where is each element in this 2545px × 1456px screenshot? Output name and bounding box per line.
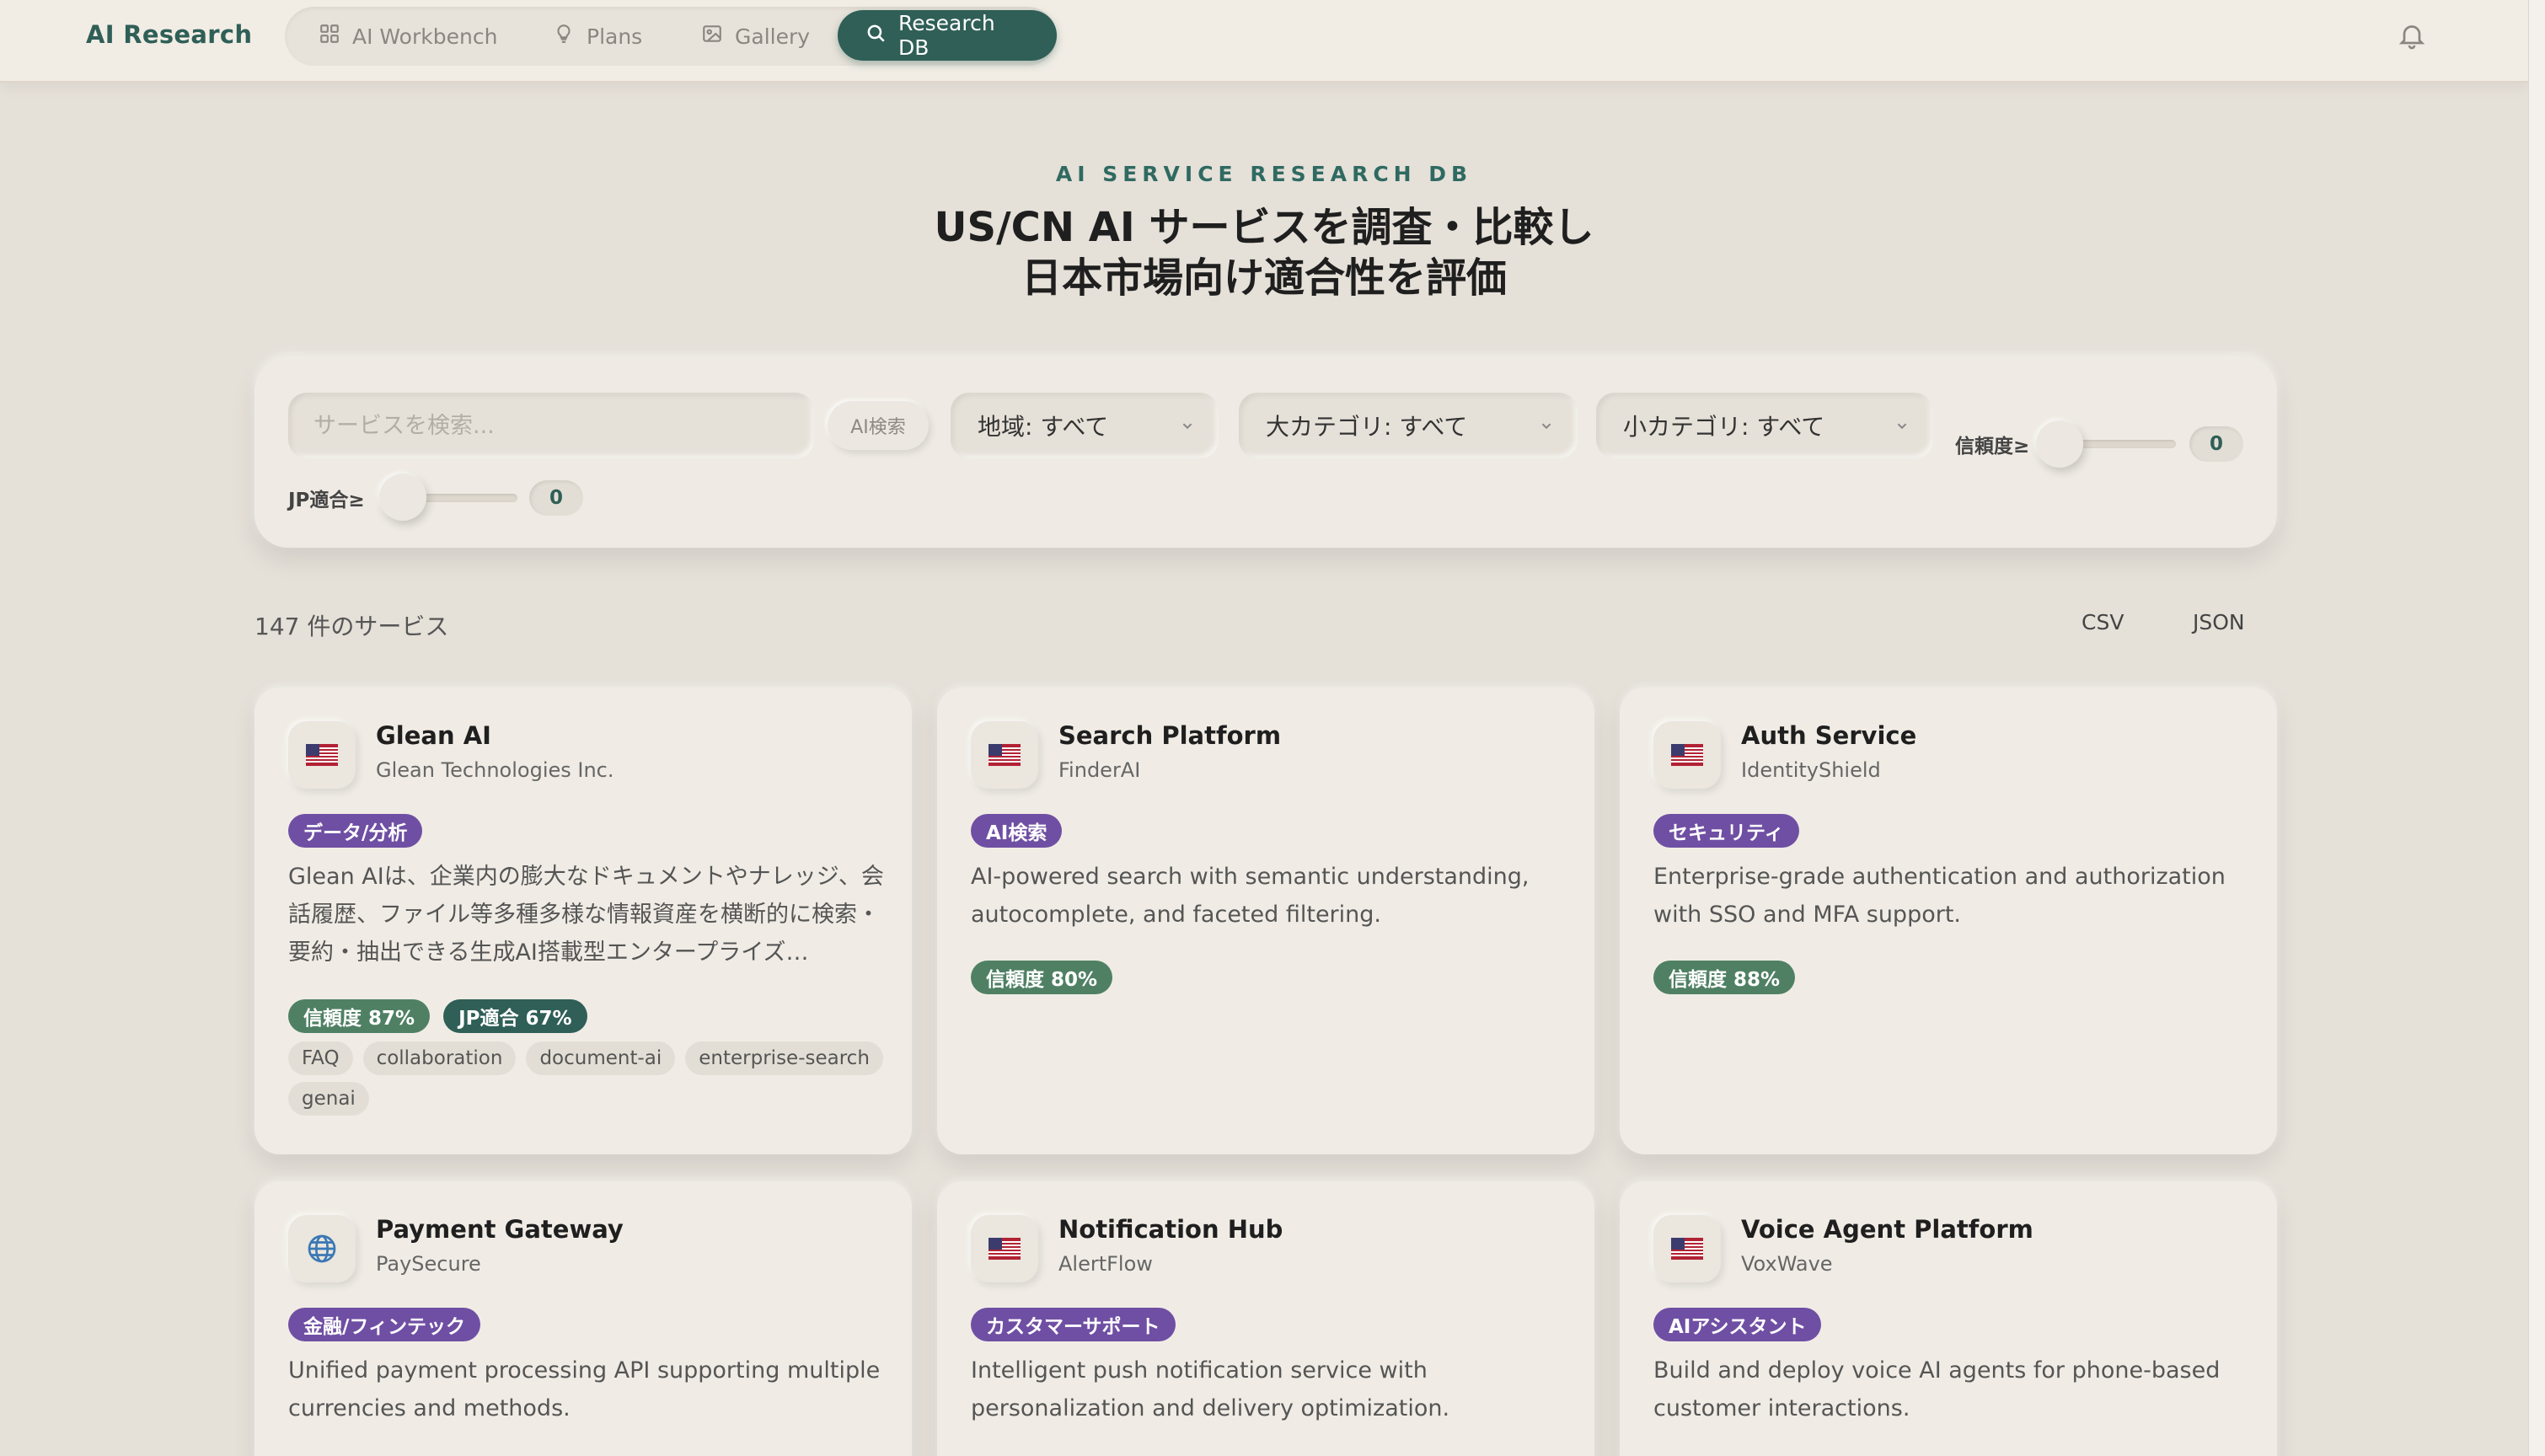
tab-label: Plans <box>587 24 643 49</box>
top-nav: AI Research AI Workbench Plans Gallery R… <box>0 0 2528 83</box>
service-company: IdentityShield <box>1741 758 1881 782</box>
service-name: Voice Agent Platform <box>1741 1215 2033 1244</box>
chevron-down-icon <box>1182 423 1192 430</box>
result-count: 147 件のサービス <box>254 613 449 640</box>
major-category-select[interactable]: 大カテゴリ: すべて <box>1239 393 1578 458</box>
keyword-tag: document-ai <box>526 1041 676 1075</box>
chevron-down-icon <box>1541 423 1551 430</box>
search-input[interactable] <box>288 393 814 458</box>
chevron-down-icon <box>1897 423 1907 430</box>
page-title-line1: US/CN AI サービスを調査・比較し <box>934 204 1594 251</box>
image-icon <box>701 23 723 50</box>
major-category-value: 大カテゴリ: すべて <box>1266 413 1468 441</box>
page-title-line2: 日本市場向け適合性を評価 <box>1021 254 1507 302</box>
category-tag: AIアシスタント <box>1653 1308 1822 1341</box>
minor-category-value: 小カテゴリ: すべて <box>1623 413 1825 441</box>
service-company: Glean Technologies Inc. <box>376 758 614 782</box>
service-name: Payment Gateway <box>376 1215 624 1244</box>
category-tag: セキュリティ <box>1653 814 1799 848</box>
nav-tabs: AI Workbench Plans Gallery Research DB <box>285 7 1057 66</box>
service-company: PaySecure <box>376 1252 481 1276</box>
confidence-slider-thumb[interactable] <box>2036 420 2083 468</box>
service-name: Auth Service <box>1741 721 1917 750</box>
scrollbar[interactable] <box>2528 0 2545 1456</box>
keyword-tag: collaboration <box>362 1041 517 1075</box>
jp-fit-badge: JP適合 67% <box>443 999 587 1033</box>
category-tag: 金融/フィンテック <box>288 1308 480 1341</box>
brand-logo[interactable]: AI Research <box>86 20 252 49</box>
grid-icon <box>319 23 340 50</box>
service-description: Intelligent push notification service wi… <box>971 1357 1450 1421</box>
us-flag-icon <box>971 1215 1038 1282</box>
us-flag-icon <box>1653 1215 1721 1282</box>
service-card[interactable]: Voice Agent Platform VoxWave AIアシスタント Bu… <box>1620 1181 2277 1456</box>
service-card[interactable]: Glean AI Glean Technologies Inc. データ/分析 … <box>254 688 912 1154</box>
category-tag: カスタマーサポート <box>971 1308 1176 1341</box>
service-name: Search Platform <box>1058 721 1282 750</box>
category-tag: データ/分析 <box>288 814 423 848</box>
service-card[interactable]: Payment Gateway PaySecure 金融/フィンテック Unif… <box>254 1181 912 1456</box>
tab-plans[interactable]: Plans <box>553 7 642 66</box>
minor-category-select[interactable]: 小カテゴリ: すべて <box>1596 393 1933 458</box>
tab-label: Research DB <box>898 11 995 60</box>
keyword-list: FAQ collaboration document-ai enterprise… <box>288 1041 895 1116</box>
service-card[interactable]: Auth Service IdentityShield セキュリティ Enter… <box>1620 688 2277 1154</box>
lightbulb-icon <box>553 23 575 50</box>
us-flag-icon <box>288 721 356 789</box>
confidence-badge: 信頼度 88% <box>1653 961 1796 994</box>
us-flag-icon <box>971 721 1038 789</box>
service-company: FinderAI <box>1058 758 1141 782</box>
export-csv-button[interactable]: CSV <box>2082 610 2124 634</box>
keyword-tag: genai <box>288 1082 369 1116</box>
jp-fit-value: 0 <box>529 480 583 516</box>
service-card[interactable]: Notification Hub AlertFlow カスタマーサポート Int… <box>937 1181 1594 1456</box>
tab-ai-workbench[interactable]: AI Workbench <box>319 7 497 66</box>
tab-label: Gallery <box>735 24 811 49</box>
tab-research-db[interactable]: Research DB <box>838 10 1057 61</box>
ai-search-button[interactable]: AI検索 <box>828 401 929 450</box>
region-select[interactable]: 地域: すべて <box>951 393 1219 458</box>
confidence-badge: 信頼度 87% <box>288 999 431 1033</box>
jp-fit-slider-thumb[interactable] <box>379 474 426 521</box>
confidence-label: 信頼度≥ <box>1955 436 2030 458</box>
globe-icon <box>288 1215 356 1282</box>
filter-panel: AI検索 地域: すべて 大カテゴリ: すべて 小カテゴリ: すべて 信頼度≥ … <box>254 357 2277 548</box>
confidence-badge: 信頼度 80% <box>971 961 1113 994</box>
service-company: AlertFlow <box>1058 1252 1153 1276</box>
hero-eyebrow: AI SERVICE RESEARCH DB <box>1055 162 1473 186</box>
export-json-button[interactable]: JSON <box>2193 610 2245 634</box>
service-name: Glean AI <box>376 721 491 750</box>
service-card[interactable]: Search Platform FinderAI AI検索 AI-powered… <box>937 688 1594 1154</box>
jp-fit-label: JP適合≥ <box>288 490 365 511</box>
keyword-tag: enterprise-search <box>685 1041 883 1075</box>
keyword-tag: FAQ <box>288 1041 353 1075</box>
tab-gallery[interactable]: Gallery <box>701 7 810 66</box>
service-description: AI-powered search with semantic understa… <box>971 864 1530 928</box>
bell-icon[interactable] <box>2397 19 2427 52</box>
service-description: Unified payment processing API supportin… <box>288 1357 881 1421</box>
service-description: Glean AIは、企業内の膨大なドキュメントやナレッジ、会話履歴、ファイル等多… <box>288 864 884 966</box>
us-flag-icon <box>1653 721 1721 789</box>
service-description: Build and deploy voice AI agents for pho… <box>1653 1357 2221 1421</box>
region-select-value: 地域: すべて <box>978 413 1109 441</box>
search-icon <box>865 22 887 49</box>
service-description: Enterprise-grade authentication and auth… <box>1653 864 2226 928</box>
confidence-value: 0 <box>2189 426 2243 462</box>
tab-label: AI Workbench <box>352 24 498 49</box>
category-tag: AI検索 <box>971 814 1063 848</box>
service-company: VoxWave <box>1741 1252 1833 1276</box>
service-name: Notification Hub <box>1058 1215 1283 1244</box>
